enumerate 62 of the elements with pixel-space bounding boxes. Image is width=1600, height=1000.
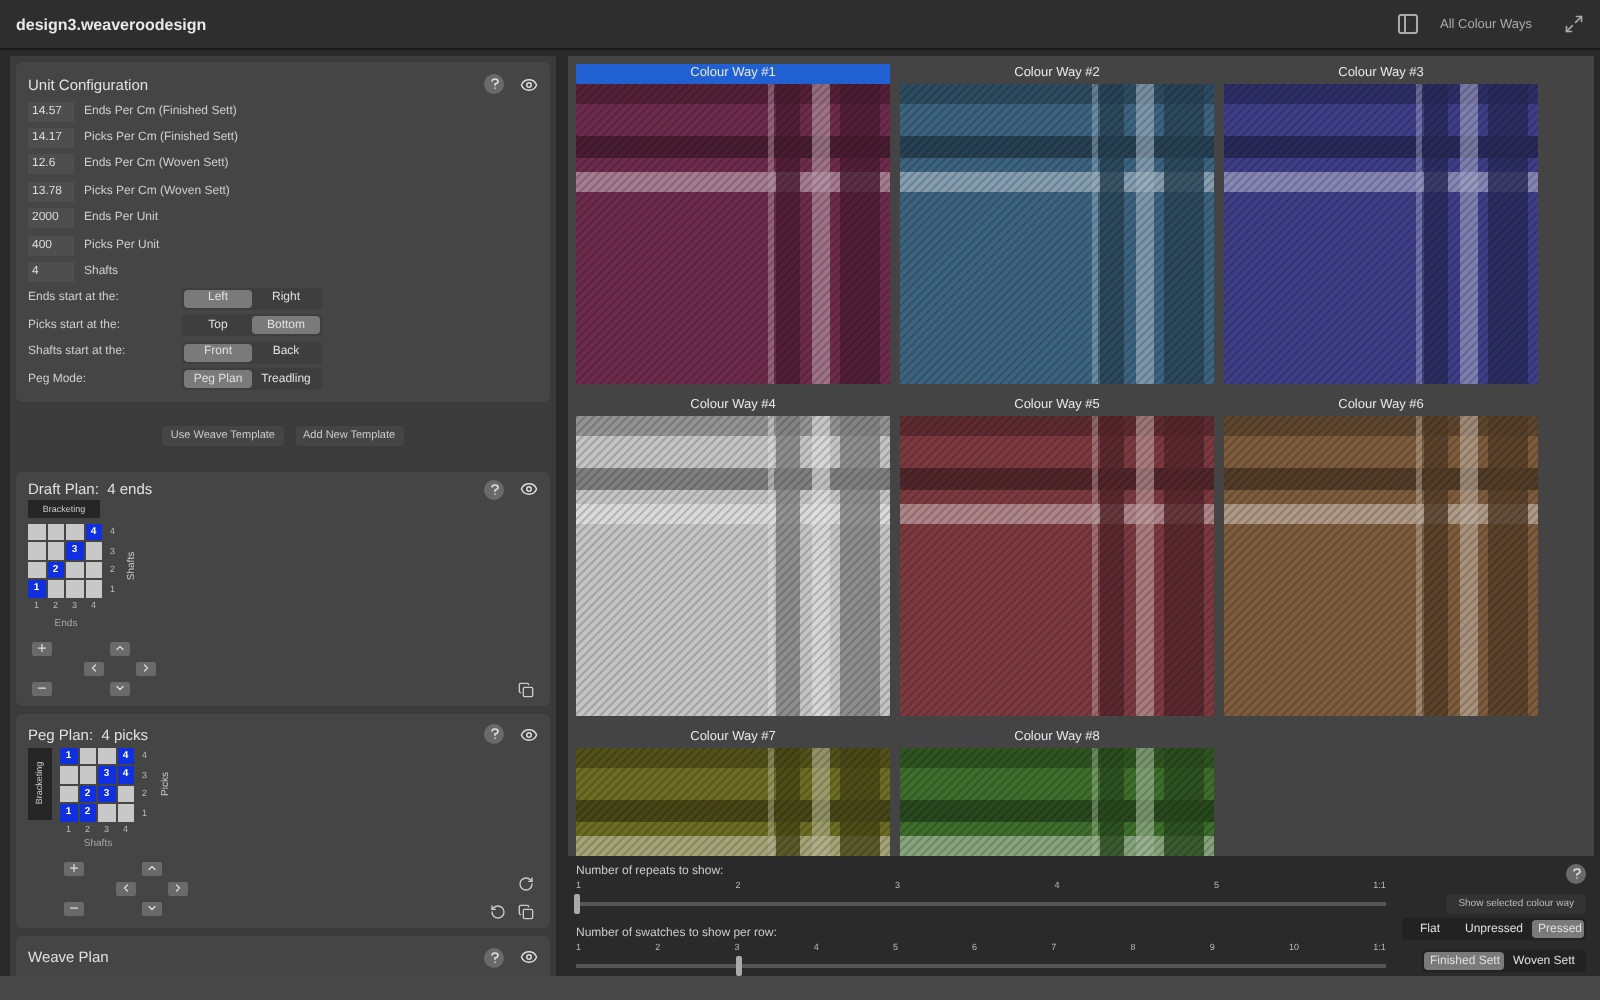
chevron-up-icon (114, 642, 126, 655)
grid-cell[interactable] (66, 561, 83, 579)
help-icon[interactable] (484, 74, 504, 94)
eye-icon[interactable] (520, 948, 538, 967)
minus-icon (68, 902, 80, 915)
chevron-down-icon (146, 902, 158, 915)
plus-icon (68, 862, 80, 875)
grid-cell[interactable] (85, 561, 102, 579)
grid-cell[interactable] (85, 580, 102, 598)
eye-icon[interactable] (520, 725, 538, 744)
right-button[interactable] (136, 661, 156, 676)
slider-thumb[interactable] (736, 956, 742, 976)
grid-cell[interactable] (47, 580, 64, 598)
left-button[interactable] (84, 661, 104, 676)
copy-icon[interactable] (518, 681, 534, 698)
rotate-icon[interactable] (490, 903, 506, 920)
chevron-up-icon (146, 862, 158, 875)
chevron-left-icon (120, 882, 132, 895)
help-icon[interactable] (484, 724, 504, 745)
grid-cell[interactable] (60, 766, 77, 784)
window-title: design3.weaveroodesign (16, 15, 209, 33)
help-icon[interactable] (1566, 864, 1586, 884)
eye-icon[interactable] (520, 75, 538, 93)
rotate-icon[interactable] (518, 875, 534, 892)
up-button[interactable] (110, 641, 130, 656)
grid-cell[interactable] (66, 580, 83, 598)
grid-cell[interactable] (85, 542, 102, 560)
left-button[interactable] (116, 881, 136, 896)
grid-cell[interactable] (117, 804, 134, 822)
grid-cell[interactable] (79, 747, 96, 765)
chevron-right-icon (140, 662, 152, 675)
grid-cell[interactable] (66, 523, 83, 541)
minus-icon (36, 682, 48, 695)
help-icon[interactable] (484, 479, 504, 500)
grid-cell[interactable] (60, 785, 77, 803)
grid-cell[interactable] (28, 561, 45, 579)
up-button[interactable] (142, 861, 162, 876)
eye-icon[interactable] (520, 480, 538, 499)
grid-cell[interactable] (47, 542, 64, 560)
add-button[interactable] (64, 861, 84, 876)
remove-button[interactable] (32, 681, 52, 696)
chevron-right-icon (172, 882, 184, 895)
grid-cell[interactable] (28, 523, 45, 541)
slider-thumb[interactable] (574, 894, 580, 914)
down-button[interactable] (142, 901, 162, 916)
right-button[interactable] (168, 881, 188, 896)
sidebar-icon[interactable] (1396, 12, 1420, 36)
add-button[interactable] (32, 641, 52, 656)
down-button[interactable] (110, 681, 130, 696)
grid-cell[interactable] (98, 747, 115, 765)
grid-cell[interactable] (47, 523, 64, 541)
remove-button[interactable] (64, 901, 84, 916)
expand-icon[interactable] (1564, 14, 1584, 34)
copy-icon[interactable] (518, 903, 534, 920)
grid-cell[interactable] (79, 766, 96, 784)
chevron-down-icon (114, 682, 126, 695)
help-icon[interactable] (484, 947, 504, 968)
grid-cell[interactable] (98, 804, 115, 822)
plus-icon (36, 642, 48, 655)
grid-cell[interactable] (117, 785, 134, 803)
grid-cell[interactable] (28, 542, 45, 560)
chevron-left-icon (88, 662, 100, 675)
